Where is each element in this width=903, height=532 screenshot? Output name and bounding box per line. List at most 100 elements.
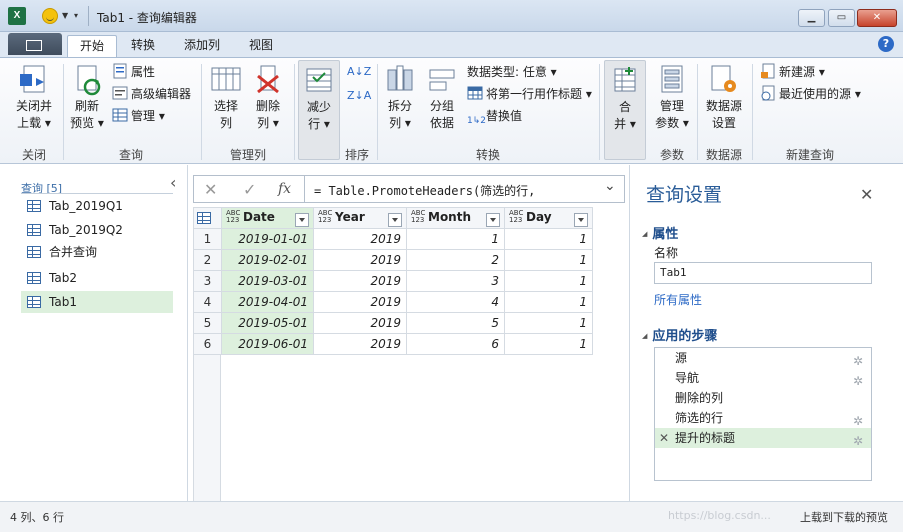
recent-sources-button[interactable]: 最近使用的源 ▾ <box>760 84 861 104</box>
table-row[interactable]: 4 2019-04-01 2019 4 1 <box>193 291 593 313</box>
smiley-icon[interactable] <box>42 8 58 24</box>
file-menu-button[interactable] <box>8 33 62 55</box>
query-item-tab-2019q2[interactable]: Tab_2019Q2 <box>21 219 173 241</box>
table-row[interactable]: 5 2019-05-01 2019 5 1 <box>193 312 593 334</box>
group-by-button[interactable]: 分组 依据 <box>423 64 461 132</box>
properties-section-header[interactable]: 属性 <box>642 223 678 242</box>
cell-day[interactable]: 1 <box>504 249 593 271</box>
cell-day[interactable]: 1 <box>504 291 593 313</box>
cell-date[interactable]: 2019-02-01 <box>221 249 314 271</box>
close-pane-icon[interactable]: ✕ <box>860 185 873 204</box>
gear-icon[interactable]: ✲ <box>853 431 863 451</box>
choose-columns-button[interactable]: 选择 列 <box>206 64 246 132</box>
column-header-date[interactable]: ABC 123 Date <box>221 207 314 229</box>
query-item-tab2[interactable]: Tab2 <box>21 267 173 289</box>
cell-date[interactable]: 2019-04-01 <box>221 291 314 313</box>
cell-year[interactable]: 2019 <box>313 312 407 334</box>
reduce-rows-button[interactable]: 减少 行 ▾ <box>298 60 340 160</box>
dropdown-arrow-icon[interactable]: ▼ <box>62 11 68 20</box>
properties-button[interactable]: 属性 <box>112 62 155 82</box>
row-number[interactable]: 2 <box>193 249 222 271</box>
expand-formula-icon[interactable]: ⌄ <box>604 178 616 194</box>
fx-icon[interactable]: fx <box>278 181 291 197</box>
table-row[interactable]: 1 2019-01-01 2019 1 1 <box>193 228 593 250</box>
data-source-settings-button[interactable]: 数据源 设置 <box>702 64 746 132</box>
cell-day[interactable]: 1 <box>504 228 593 250</box>
cell-date[interactable]: 2019-06-01 <box>221 333 314 355</box>
cell-month[interactable]: 1 <box>406 228 505 250</box>
query-item-tab-2019q1[interactable]: Tab_2019Q1 <box>21 195 173 217</box>
table-row[interactable]: 3 2019-03-01 2019 3 1 <box>193 270 593 292</box>
step-promoted-headers[interactable]: ✕ 提升的标题 ✲ <box>655 428 871 448</box>
cell-month[interactable]: 6 <box>406 333 505 355</box>
formula-input[interactable]: = Table.PromoteHeaders(筛选的行, <box>314 182 535 199</box>
help-icon[interactable]: ? <box>878 36 894 52</box>
cell-year[interactable]: 2019 <box>313 291 407 313</box>
new-source-button[interactable]: 新建源 ▾ <box>760 62 825 82</box>
advanced-editor-button[interactable]: 高级编辑器 <box>112 84 191 104</box>
cell-date[interactable]: 2019-01-01 <box>221 228 314 250</box>
row-number[interactable]: 4 <box>193 291 222 313</box>
table-row[interactable]: 2 2019-02-01 2019 2 1 <box>193 249 593 271</box>
query-name-input[interactable]: Tab1 <box>654 262 872 284</box>
cell-month[interactable]: 5 <box>406 312 505 334</box>
split-column-button[interactable]: 拆分 列 ▾ <box>382 64 418 132</box>
sort-ascending-button[interactable]: A↓Z <box>347 62 371 82</box>
cell-year[interactable]: 2019 <box>313 249 407 271</box>
row-number[interactable]: 1 <box>193 228 222 250</box>
cancel-formula-icon[interactable]: ✕ <box>204 180 217 199</box>
step-removed-columns[interactable]: 删除的列 <box>655 388 871 408</box>
step-source[interactable]: 源 ✲ <box>655 348 871 368</box>
manage-button[interactable]: 管理 ▾ <box>112 106 165 126</box>
collapse-pane-icon[interactable]: ‹ <box>170 173 176 192</box>
commit-formula-icon[interactable]: ✓ <box>243 180 256 199</box>
column-header-month[interactable]: ABC 123 Month <box>406 207 505 229</box>
table-menu-icon[interactable] <box>193 207 222 229</box>
filter-dropdown-icon[interactable] <box>388 212 402 227</box>
query-item-tab1[interactable]: Tab1 <box>21 291 173 313</box>
cell-day[interactable]: 1 <box>504 333 593 355</box>
filter-dropdown-icon[interactable] <box>574 212 588 227</box>
replace-values-button[interactable]: 1↳2替换值 <box>467 106 522 126</box>
cell-date[interactable]: 2019-05-01 <box>221 312 314 334</box>
sort-descending-button[interactable]: Z↓A <box>347 86 371 106</box>
column-header-day[interactable]: ABC 123 Day <box>504 207 593 229</box>
cell-month[interactable]: 4 <box>406 291 505 313</box>
tab-view[interactable]: 视图 <box>237 35 285 57</box>
all-properties-link[interactable]: 所有属性 <box>654 291 702 308</box>
applied-steps-section-header[interactable]: 应用的步骤 <box>642 325 717 344</box>
refresh-preview-button[interactable]: 刷新 预览 ▾ <box>66 64 108 132</box>
row-number[interactable]: 3 <box>193 270 222 292</box>
combine-button[interactable]: 合 并 ▾ <box>604 60 646 160</box>
cell-month[interactable]: 3 <box>406 270 505 292</box>
table-row[interactable]: 6 2019-06-01 2019 6 1 <box>193 333 593 355</box>
query-item-merge[interactable]: 合并查询 <box>21 241 173 263</box>
step-navigation[interactable]: 导航 ✲ <box>655 368 871 388</box>
close-load-button[interactable]: 关闭并 上载 ▾ <box>10 64 58 132</box>
cell-year[interactable]: 2019 <box>313 270 407 292</box>
filter-dropdown-icon[interactable] <box>295 212 309 227</box>
row-number[interactable]: 5 <box>193 312 222 334</box>
cell-date[interactable]: 2019-03-01 <box>221 270 314 292</box>
qat-customize-icon[interactable]: ▾ <box>74 11 78 20</box>
cell-month[interactable]: 2 <box>406 249 505 271</box>
cell-day[interactable]: 1 <box>504 312 593 334</box>
use-first-row-as-headers-button[interactable]: 将第一行用作标题 ▾ <box>467 84 592 104</box>
cell-year[interactable]: 2019 <box>313 333 407 355</box>
remove-columns-button[interactable]: 删除 列 ▾ <box>248 64 288 132</box>
step-filtered-rows[interactable]: 筛选的行 ✲ <box>655 408 871 428</box>
close-window-button[interactable]: ✕ <box>857 9 897 27</box>
filter-dropdown-icon[interactable] <box>486 212 500 227</box>
column-header-year[interactable]: ABC 123 Year <box>313 207 407 229</box>
manage-parameters-button[interactable]: 管理 参数 ▾ <box>652 64 692 132</box>
data-type-dropdown[interactable]: 数据类型: 任意 ▾ <box>467 62 557 82</box>
tab-add-column[interactable]: 添加列 <box>172 35 232 57</box>
row-number[interactable]: 6 <box>193 333 222 355</box>
cell-day[interactable]: 1 <box>504 270 593 292</box>
minimize-button[interactable]: ▁ <box>798 9 825 27</box>
tab-transform[interactable]: 转换 <box>119 35 167 57</box>
tab-home[interactable]: 开始 <box>67 35 118 57</box>
cell-year[interactable]: 2019 <box>313 228 407 250</box>
delete-step-icon[interactable]: ✕ <box>659 428 669 448</box>
restore-button[interactable]: ▭ <box>828 9 855 27</box>
